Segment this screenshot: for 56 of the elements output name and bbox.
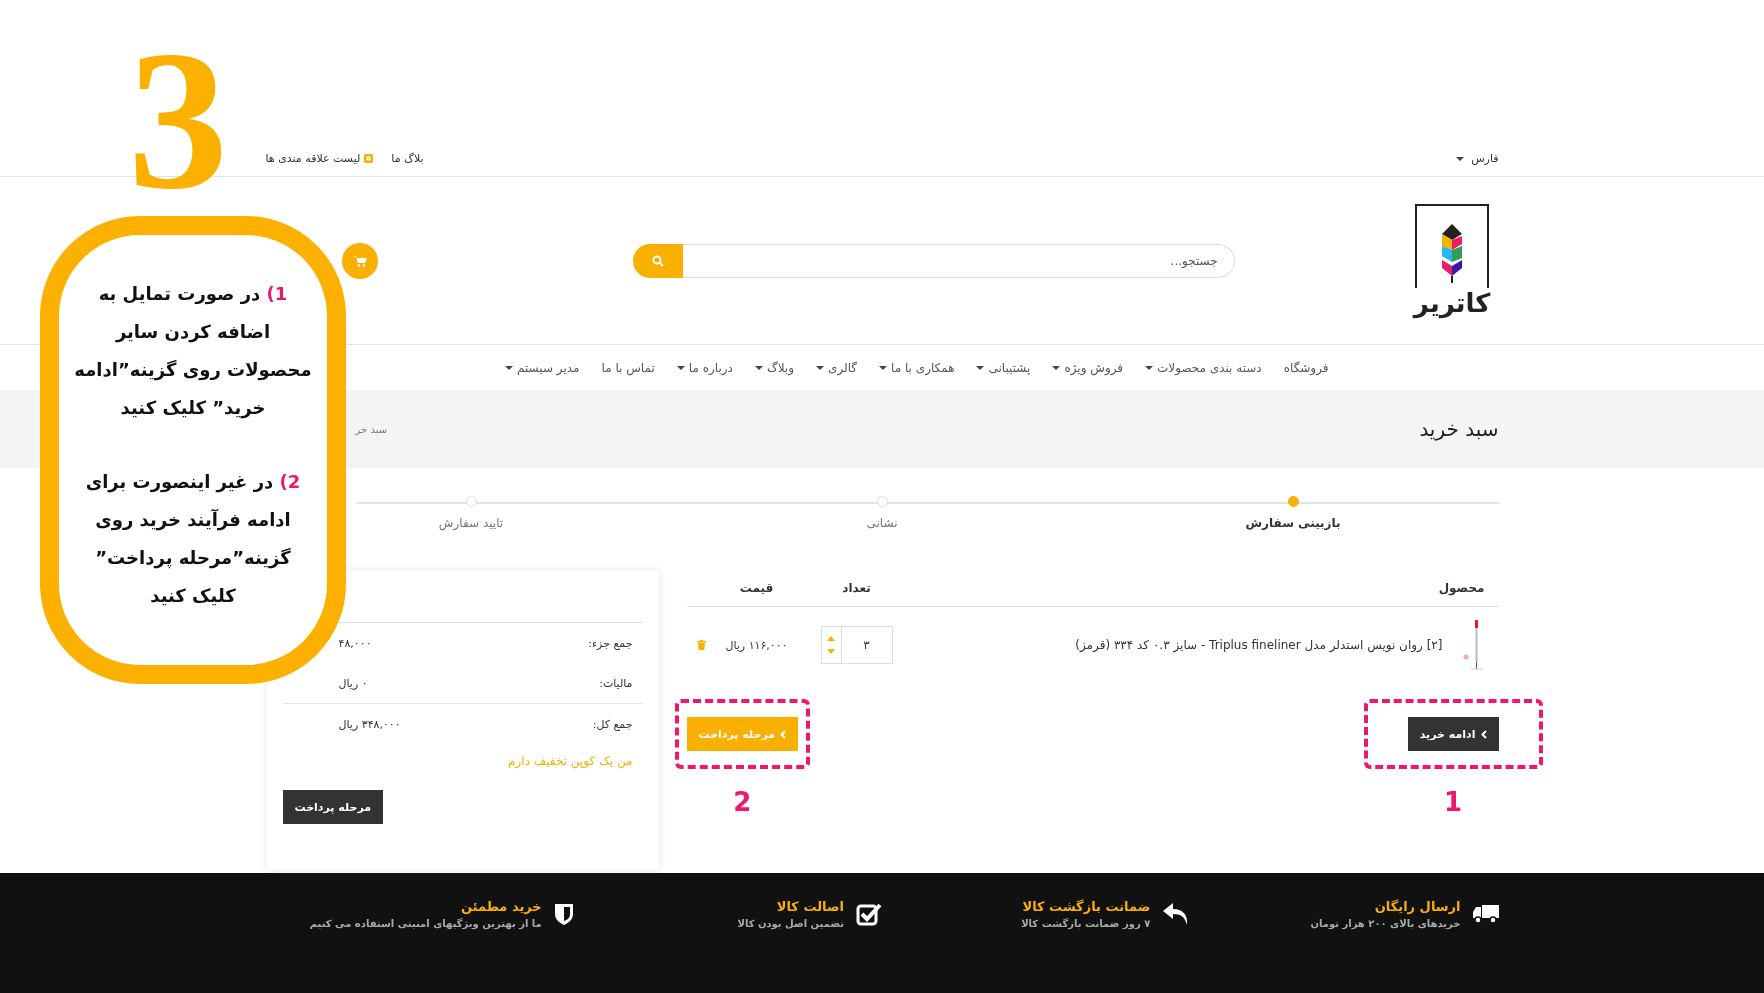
nav-item[interactable]: فروشگاه — [1283, 360, 1329, 375]
feature-subtitle: ۷ روز ضمانت بازگشت کالا — [1021, 918, 1151, 929]
checkbox-icon — [856, 902, 882, 926]
cart-icon — [352, 254, 367, 267]
shield-icon — [553, 902, 574, 926]
search-button[interactable] — [632, 243, 683, 278]
chevron-icon — [780, 729, 787, 739]
continue-shopping-button[interactable]: ادامه خرید — [1407, 717, 1499, 751]
checkout-button[interactable]: مرحله پرداخت — [282, 790, 384, 824]
page-title: سبد خرید — [1419, 417, 1499, 441]
quantity-field[interactable]: ۳ — [820, 626, 893, 664]
feature-subtitle: ما از بهترین ویژگیهای امنیتی استفاده می کنیم — [309, 918, 542, 929]
feature-subtitle: خریدهای بالای ۲۰۰ هزار تومان — [1310, 918, 1461, 929]
truck-icon — [1472, 903, 1499, 925]
chevron-icon — [1480, 729, 1487, 739]
product-name[interactable]: [۲] روان نویس استدلر مدل Triplus fineliner - سایز ۰.۳ کد ۳۳۴ (قرمز) — [1075, 638, 1443, 652]
nav-item[interactable]: وبلاگ — [754, 360, 794, 375]
summary-value: ۳۴۸,۰۰۰ ریال — [338, 717, 401, 731]
price: ۱۱۶,۰۰۰ ریال — [724, 638, 789, 652]
step-number: 3 — [128, 20, 228, 220]
column-header: قیمت — [738, 581, 775, 595]
step-label[interactable]: نشانی — [866, 516, 898, 530]
decrease-icon[interactable] — [827, 649, 835, 654]
highlight-number: 1 — [1443, 787, 1464, 817]
blog-link[interactable]: بلاگ ما — [391, 151, 424, 165]
feature-title: ارسال رایگان — [1373, 899, 1461, 914]
step-label[interactable]: بازبینی سفارش — [1245, 516, 1341, 530]
nav-item[interactable]: دسته بندی محصولات — [1145, 360, 1262, 375]
summary-value: ۰ ریال — [338, 676, 368, 690]
feature-title: اصالت کالا — [775, 899, 844, 914]
feature-subtitle: تضمین اصل بودن کالا — [737, 918, 844, 929]
increase-icon[interactable] — [827, 636, 835, 641]
column-header: تعداد — [841, 581, 872, 595]
nav-item[interactable]: فروش ویژه — [1052, 360, 1124, 375]
summary-label: مالیات: — [599, 676, 633, 690]
nav-item[interactable]: تماس با ما — [601, 360, 655, 375]
nav-item[interactable]: مدیر سیستم — [505, 360, 580, 375]
language-menu[interactable]: فارس — [1455, 151, 1499, 165]
feature-title: ضمانت بازگشت کالا — [1021, 899, 1151, 914]
step-label[interactable]: تایید سفارش — [438, 516, 504, 530]
breadcrumb[interactable]: سبد خر — [355, 423, 388, 435]
search-field[interactable]: جستجو... — [682, 243, 1235, 278]
nav-item[interactable]: پشتیبانی — [976, 360, 1031, 375]
highlight-number: 2 — [732, 787, 753, 817]
summary-label: جمع کل: — [592, 717, 633, 731]
wishlist-link[interactable]: لیست علاقه مندی ها — [265, 151, 374, 165]
nav-item[interactable]: گالری — [816, 360, 858, 375]
cart-button[interactable] — [341, 242, 378, 279]
feature-title: خرید مطمئن — [459, 899, 542, 914]
summary-value: ۴۸,۰۰۰ — [338, 636, 372, 650]
nav-item[interactable]: درباره ما — [676, 360, 733, 375]
nav-item[interactable]: همکاری با ما — [879, 360, 955, 375]
summary-label: جمع جزء: — [588, 636, 633, 650]
search-icon — [651, 254, 664, 267]
trash-icon[interactable] — [697, 640, 706, 650]
column-header: محصول — [1437, 581, 1486, 595]
